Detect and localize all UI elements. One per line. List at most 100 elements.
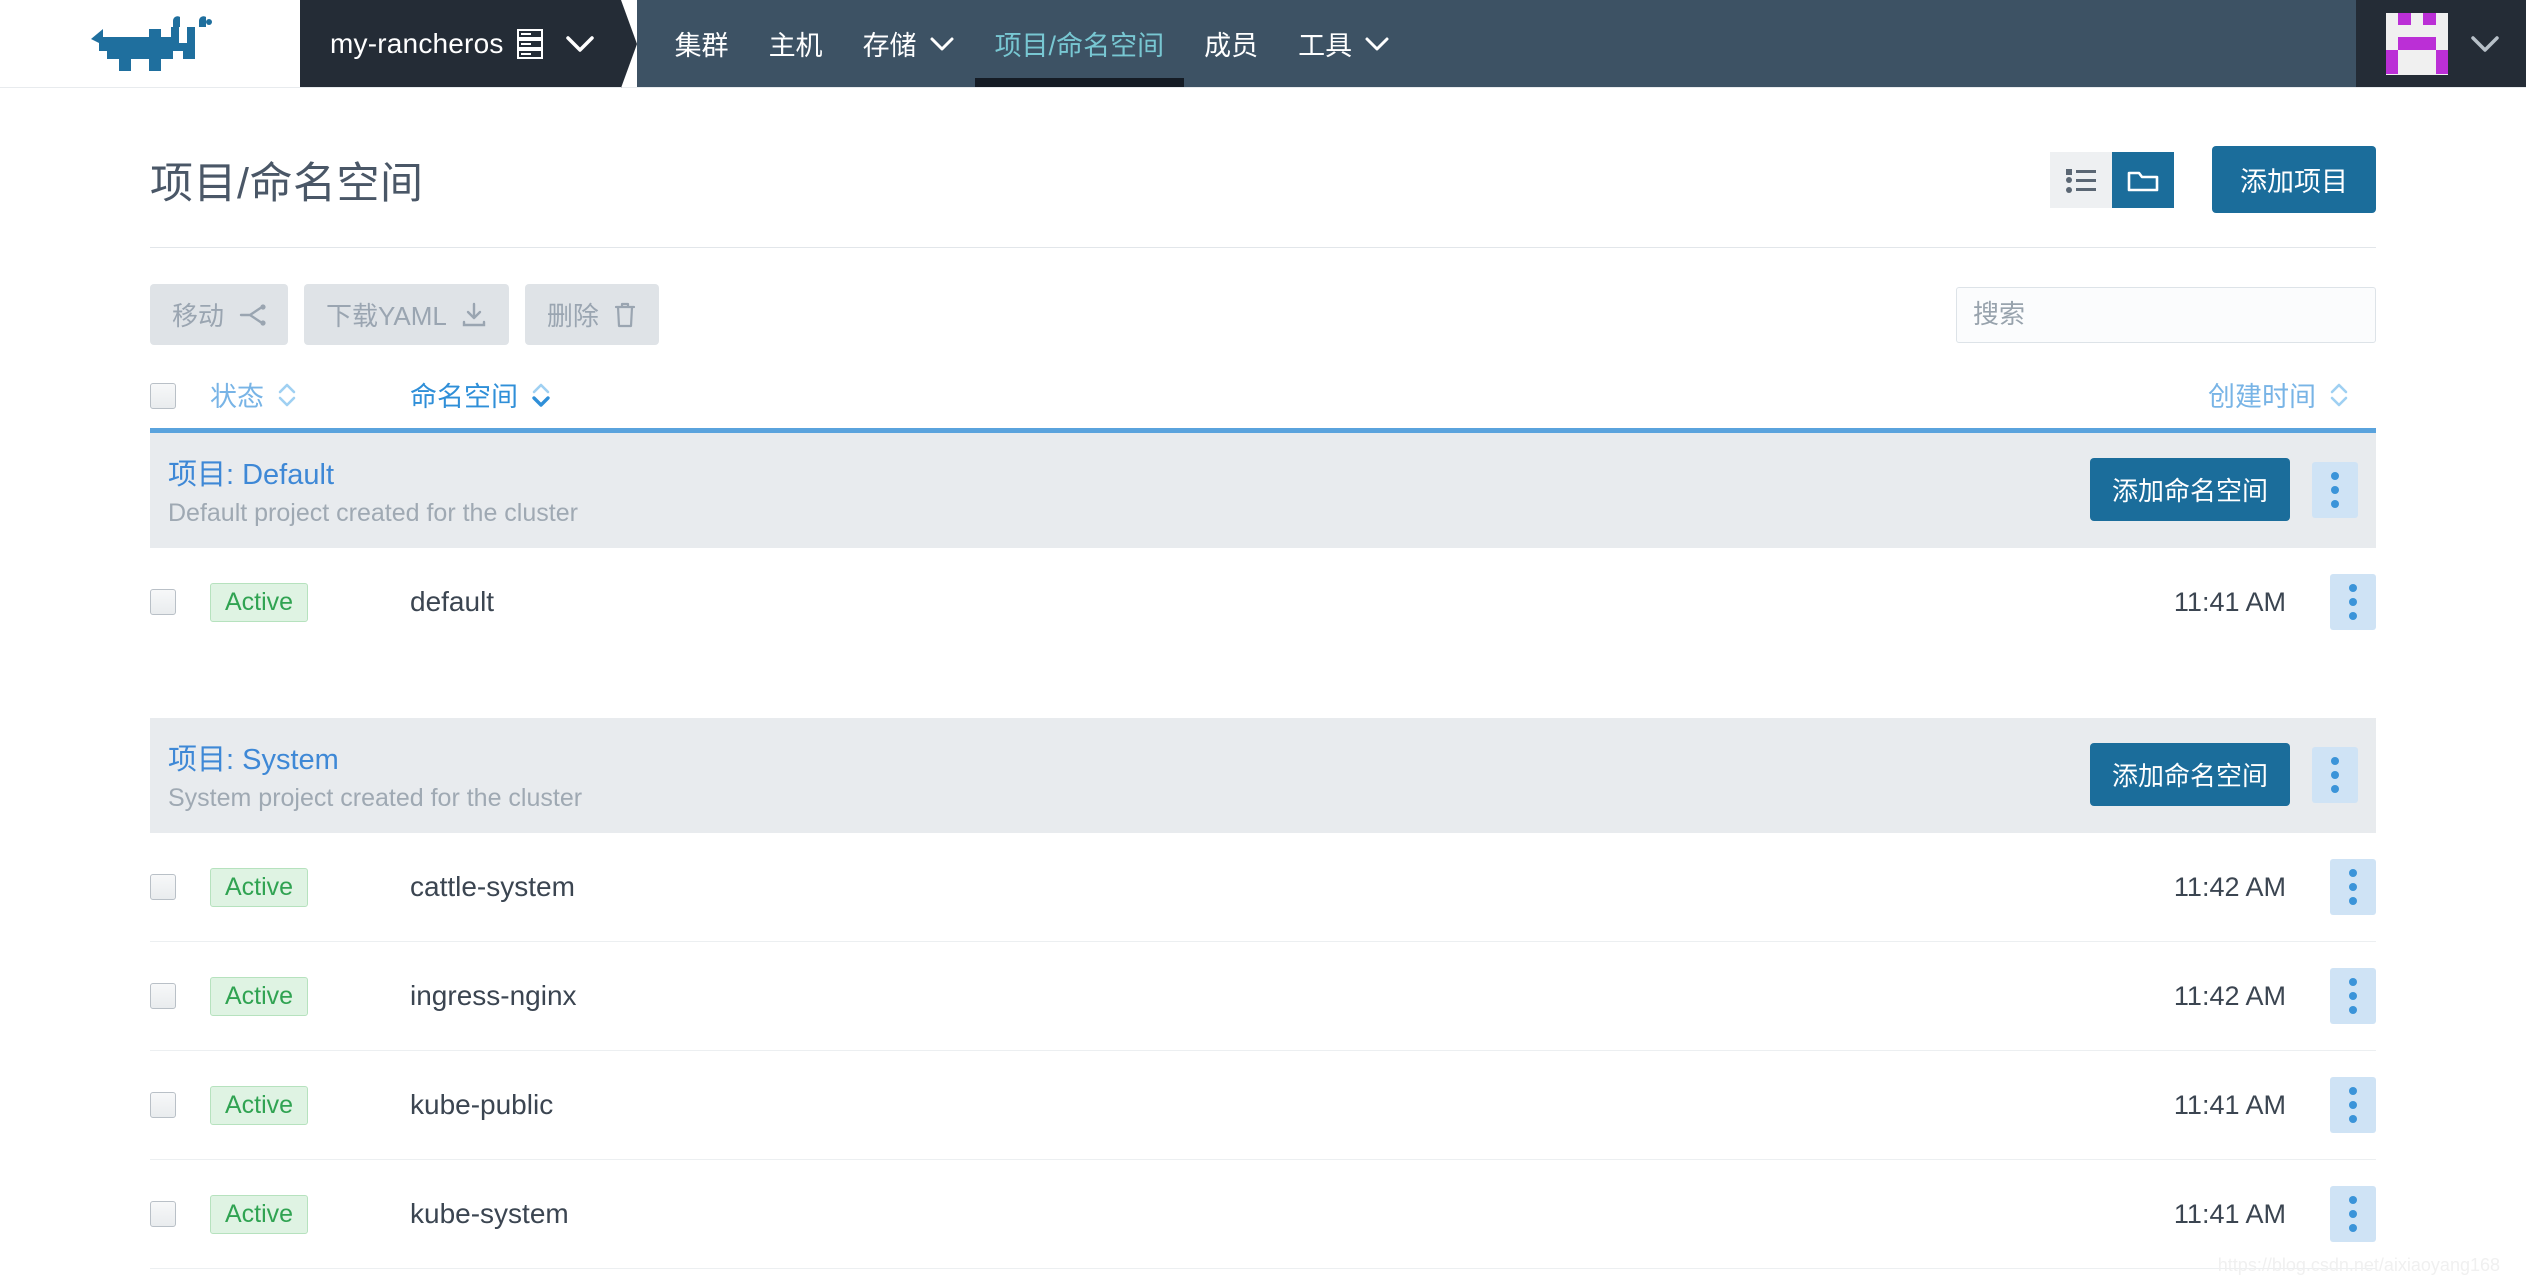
- project-group-info: 项目: Default Default project created for …: [150, 430, 1986, 548]
- sort-icon: [276, 380, 298, 410]
- row-select-cell: [150, 941, 210, 1051]
- sort-icon-desc: [530, 380, 552, 410]
- nav-item-hosts[interactable]: 主机: [749, 0, 843, 87]
- row-menu-cell: [2286, 1159, 2376, 1269]
- table-body: 项目: Default Default project created for …: [150, 430, 2376, 1269]
- column-header-namespace: 命名空间: [410, 367, 1986, 431]
- project-group-title[interactable]: 项目: System: [168, 736, 339, 778]
- row-checkbox[interactable]: [150, 983, 176, 1009]
- select-all-checkbox[interactable]: [150, 382, 176, 409]
- chevron-down-icon: [1364, 35, 1390, 52]
- download-yaml-label: 下载YAML: [326, 301, 447, 331]
- cluster-selector[interactable]: my-rancheros: [300, 0, 621, 87]
- column-label-state: 状态: [210, 382, 264, 412]
- row-name-cell: cattle-system: [410, 833, 1986, 942]
- table-row[interactable]: Active ingress-nginx 11:42 AM: [150, 941, 2376, 1051]
- delete-button[interactable]: 删除: [524, 284, 659, 345]
- project-group-description: System project created for the cluster: [168, 784, 583, 812]
- row-checkbox[interactable]: [150, 589, 176, 615]
- namespace-name[interactable]: cattle-system: [410, 871, 575, 902]
- rancher-logo[interactable]: [0, 0, 300, 87]
- user-menu[interactable]: [2356, 0, 2526, 87]
- chevron-down-icon: [2470, 34, 2500, 54]
- row-menu-cell: [2286, 1050, 2376, 1160]
- nav-item-tools[interactable]: 工具: [1278, 0, 1410, 87]
- column-label-created: 创建时间: [2208, 382, 2316, 412]
- row-state-cell: Active: [210, 1050, 410, 1160]
- table-row[interactable]: Active kube-public 11:41 AM: [150, 1050, 2376, 1160]
- namespace-name[interactable]: kube-system: [410, 1198, 569, 1229]
- row-actions-menu-button[interactable]: [2330, 1077, 2376, 1133]
- download-yaml-button[interactable]: 下载YAML: [304, 284, 509, 345]
- cluster-name: my-rancheros: [330, 27, 504, 59]
- project-group-title[interactable]: 项目: Default: [168, 451, 334, 493]
- row-checkbox[interactable]: [150, 1092, 176, 1118]
- row-state-cell: Active: [210, 833, 410, 942]
- project-actions-menu-button[interactable]: [2312, 461, 2358, 518]
- sort-by-state[interactable]: 状态: [210, 375, 298, 414]
- row-checkbox[interactable]: [150, 1201, 176, 1227]
- namespace-name[interactable]: default: [410, 586, 494, 617]
- nav-item-clusters[interactable]: 集群: [655, 0, 749, 87]
- column-header-created: 创建时间: [1986, 367, 2376, 431]
- status-badge: Active: [210, 1085, 309, 1125]
- project-group-actions: 添加命名空间: [1986, 718, 2376, 833]
- page-content: 项目/命名空间 添加项目 移动 下载YAML 删除 搜索 状态 命名空间 创建时…: [0, 88, 2526, 1269]
- row-created-cell: 11:41 AM: [1986, 1159, 2286, 1269]
- rancher-cow-logo: [91, 15, 212, 71]
- column-label-namespace: 命名空间: [410, 382, 518, 412]
- row-created-cell: 11:41 AM: [1986, 548, 2286, 656]
- server-rack-icon: [516, 28, 543, 59]
- column-header-state: 状态: [210, 367, 410, 431]
- select-all-header: [150, 367, 210, 431]
- nav-item-members[interactable]: 成员: [1184, 0, 1278, 87]
- nav-item-label: 存储: [862, 31, 917, 61]
- folder-group-view-icon[interactable]: [2112, 151, 2174, 208]
- project-group-info: 项目: System System project created for th…: [150, 718, 1986, 833]
- table-row[interactable]: Active cattle-system 11:42 AM: [150, 833, 2376, 942]
- row-actions-menu-button[interactable]: [2330, 1186, 2376, 1242]
- view-mode-toggle: [2050, 151, 2174, 208]
- sort-by-created[interactable]: 创建时间: [2208, 375, 2350, 414]
- move-button-label: 移动: [172, 301, 225, 331]
- nav-divider-arrow: [620, 0, 637, 88]
- list-view-icon[interactable]: [2050, 151, 2112, 208]
- row-checkbox[interactable]: [150, 874, 176, 900]
- row-actions-menu-button[interactable]: [2330, 859, 2376, 915]
- project-actions-menu-button[interactable]: [2312, 746, 2358, 803]
- add-project-button[interactable]: 添加项目: [2212, 146, 2376, 213]
- table-row[interactable]: Active kube-system 11:41 AM: [150, 1159, 2376, 1269]
- watermark: https://blog.csdn.net/aixiaoyang168: [2217, 1255, 2500, 1275]
- nav-item-storage[interactable]: 存储: [843, 0, 975, 87]
- row-select-cell: [150, 548, 210, 656]
- project-group-description: Default project created for the cluster: [168, 499, 578, 527]
- move-button[interactable]: 移动: [150, 284, 289, 345]
- project-group-header: 项目: Default Default project created for …: [150, 430, 2376, 548]
- row-actions-menu-button[interactable]: [2330, 968, 2376, 1024]
- row-menu-cell: [2286, 941, 2376, 1051]
- add-namespace-button[interactable]: 添加命名空间: [2089, 743, 2290, 806]
- status-badge: Active: [210, 1194, 309, 1234]
- bulk-actions: 移动 下载YAML 删除: [150, 284, 675, 345]
- row-name-cell: kube-system: [410, 1159, 1986, 1269]
- row-state-cell: Active: [210, 941, 410, 1051]
- nav-item-label: 成员: [1204, 31, 1259, 61]
- table-row[interactable]: Active default 11:41 AM: [150, 548, 2376, 656]
- row-actions-menu-button[interactable]: [2330, 574, 2376, 630]
- nav-item-label: 集群: [674, 31, 729, 61]
- project-group-actions: 添加命名空间: [1986, 430, 2376, 548]
- chevron-down-icon: [565, 34, 595, 54]
- namespace-name[interactable]: kube-public: [410, 1089, 553, 1120]
- sort-by-namespace[interactable]: 命名空间: [410, 375, 552, 414]
- row-created-cell: 11:42 AM: [1986, 833, 2286, 942]
- identicon-avatar: [2386, 12, 2448, 75]
- move-shuffle-icon: [238, 303, 266, 327]
- row-created-cell: 11:42 AM: [1986, 941, 2286, 1051]
- search-input[interactable]: [1956, 286, 2376, 343]
- namespace-name[interactable]: ingress-nginx: [410, 980, 577, 1011]
- trash-icon: [613, 302, 637, 328]
- nav-item-label: 工具: [1298, 31, 1353, 61]
- nav-item-projects-namespaces[interactable]: 项目/命名空间: [974, 0, 1185, 87]
- row-menu-cell: [2286, 548, 2376, 656]
- add-namespace-button[interactable]: 添加命名空间: [2089, 458, 2290, 521]
